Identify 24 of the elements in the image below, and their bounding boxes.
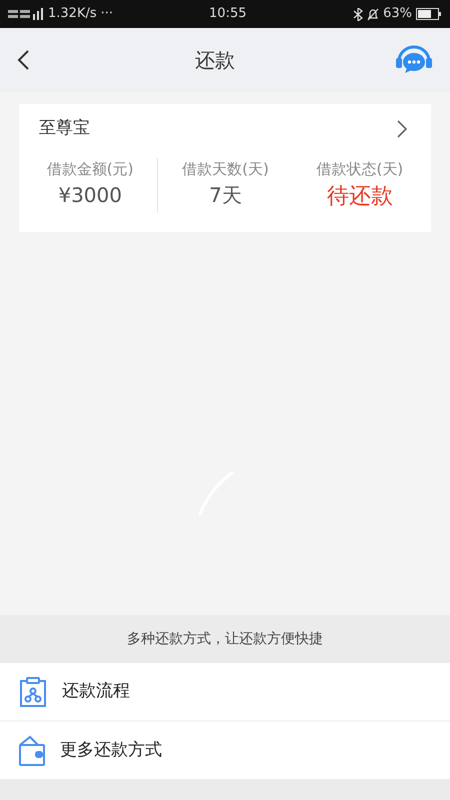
menu-item[interactable]: 更多还款方式 — [0, 722, 450, 779]
menu-item[interactable]: 还款流程 — [0, 663, 450, 720]
bell-muted-icon — [367, 8, 380, 20]
battery-icon — [416, 8, 442, 20]
wallet-icon — [18, 734, 46, 766]
battery-percent: 63% — [383, 5, 412, 24]
stat-label: 借款金额(元) — [46, 158, 134, 180]
product-name: 至尊宝 — [39, 117, 90, 140]
flowchart-icon — [18, 676, 48, 708]
stat-value: ¥3000 — [58, 182, 122, 209]
signal-icon — [8, 8, 44, 20]
chevron-right-icon — [397, 120, 407, 138]
stat-label: 借款天数(天) — [182, 158, 269, 180]
stat-value: 待还款 — [326, 183, 393, 211]
support-chat-button[interactable] — [394, 44, 434, 76]
loan-card[interactable]: 至尊宝 借款金额(元) ¥3000 借款天数(天) 7天 借款状态(天) 待还款 — [19, 104, 431, 232]
page-title: 还款 — [194, 47, 236, 74]
stat-value: 7天 — [209, 182, 242, 209]
bluetooth-icon — [353, 8, 364, 20]
stat-label: 借款状态(天) — [316, 158, 404, 180]
clock-time: 10:55 — [209, 5, 246, 24]
notification-dots: ··· — [100, 5, 114, 24]
network-speed: 1.32K/s — [48, 5, 97, 24]
promo-banner-text: 多种还款方式，让还款方便快捷 — [127, 630, 323, 648]
